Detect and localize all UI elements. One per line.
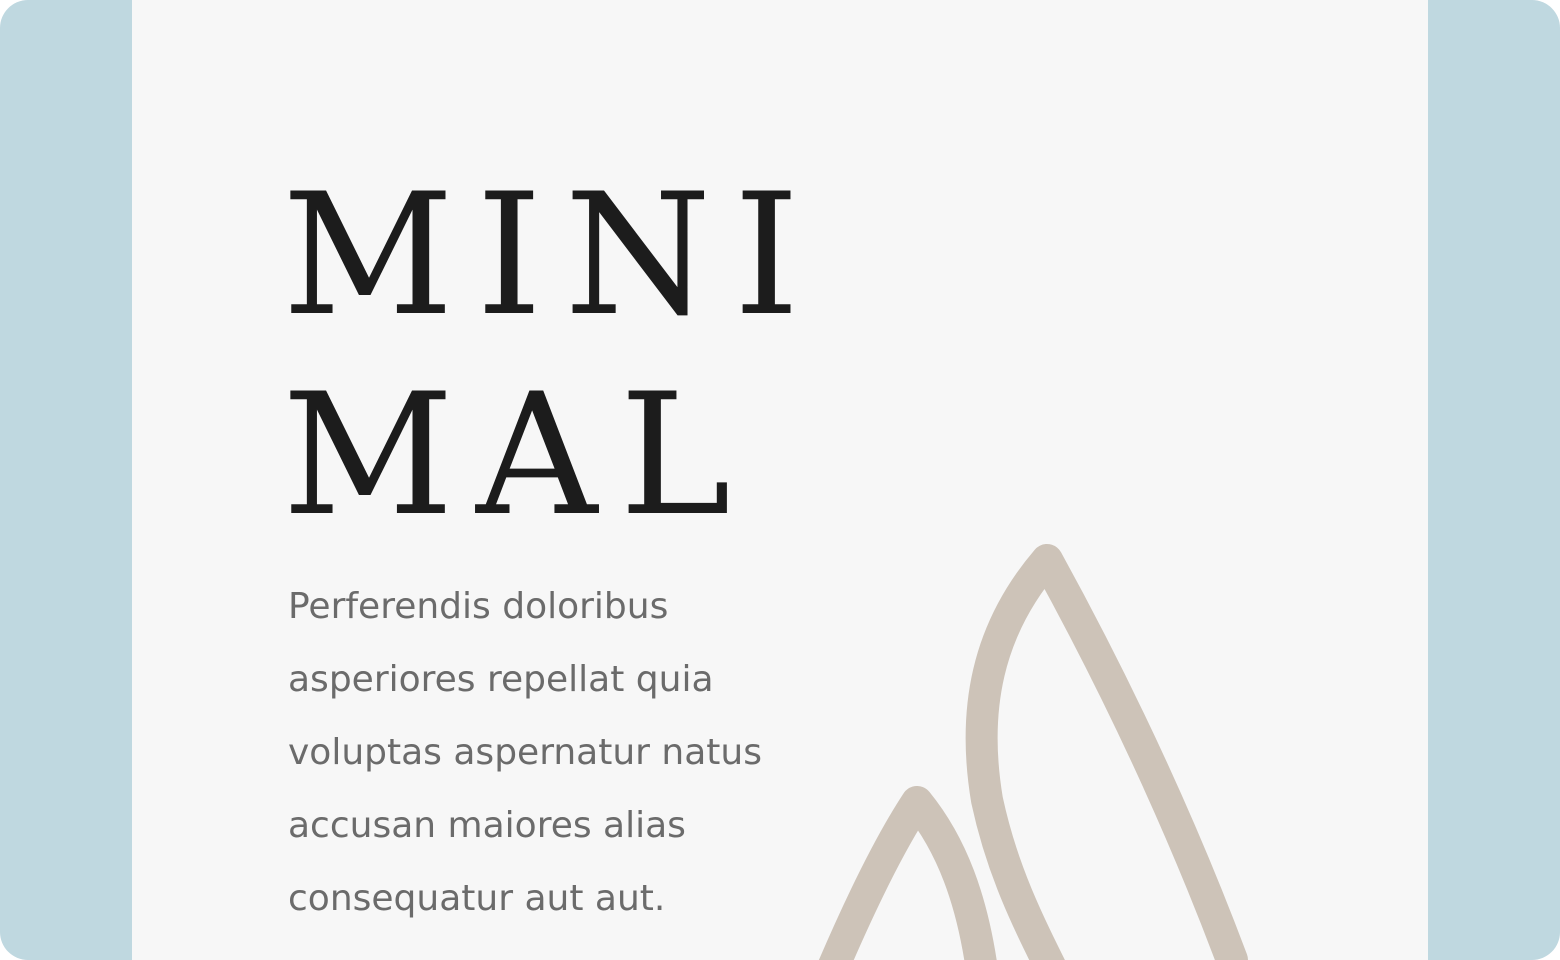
poster-body-text: Perferendis doloribus asperiores repella… (288, 570, 888, 935)
frame-background: MINI MAL Perferendis doloribus asperiore… (0, 0, 1560, 960)
body-line-5: consequatur aut aut. (288, 878, 666, 919)
large-leaf-icon (965, 544, 1248, 960)
leaf-outline-icon (818, 544, 1248, 960)
title-line-2: MAL (282, 357, 753, 553)
title-line-1: MINI (282, 157, 822, 353)
body-line-4: accusan maiores alias (288, 805, 686, 846)
body-line-2: asperiores repellat quia (288, 659, 714, 700)
small-leaf-icon (818, 786, 997, 960)
poster-card: MINI MAL Perferendis doloribus asperiore… (132, 0, 1428, 960)
body-line-1: Perferendis doloribus (288, 586, 669, 627)
body-line-3: voluptas aspernatur natus (288, 732, 762, 773)
poster-title: MINI MAL (282, 155, 822, 555)
